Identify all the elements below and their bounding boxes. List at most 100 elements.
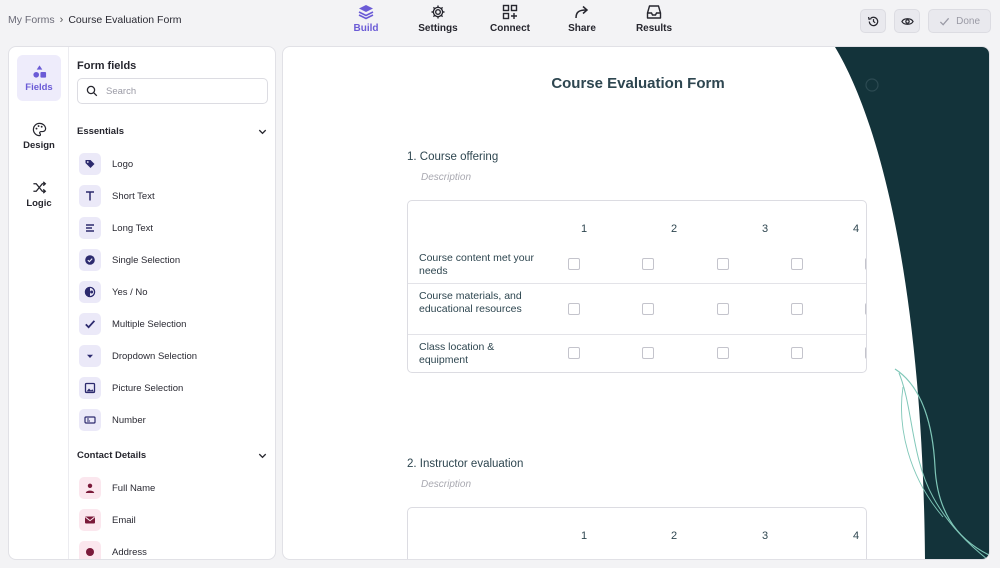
field-single-selection[interactable]: Single Selection	[79, 248, 269, 272]
share-arrow-icon	[575, 5, 589, 19]
column-header-4: 4	[852, 223, 860, 235]
question-2-number: 2.	[407, 458, 417, 470]
palette-icon	[32, 122, 46, 136]
tab-connect[interactable]: Connect	[474, 4, 546, 34]
section-contact-details-label: Contact Details	[77, 450, 147, 461]
gear-icon	[431, 5, 445, 19]
shuffle-icon	[32, 180, 46, 194]
field-icon-box	[79, 477, 101, 499]
field-short-text-label: Short Text	[112, 190, 155, 202]
field-icon-box	[79, 281, 101, 303]
field-yes-no[interactable]: Yes / No	[79, 280, 269, 304]
chevron-down-icon	[258, 453, 267, 459]
field-yes-no-label: Yes / No	[112, 286, 148, 298]
rating-checkbox[interactable]	[568, 303, 580, 315]
rating-checkbox[interactable]	[642, 347, 654, 359]
number-field-icon	[84, 416, 96, 424]
question-2-description[interactable]: Description	[421, 479, 471, 490]
field-address[interactable]: Address	[79, 540, 269, 559]
form-fields-title: Form fields	[77, 60, 137, 72]
form-fields-panel: Form fields Essentials Logo Short Text L…	[69, 47, 275, 559]
rating-checkbox[interactable]	[865, 303, 866, 315]
chevron-down-icon	[258, 129, 267, 135]
column-header-3: 3	[761, 223, 769, 235]
matrix-row-label: Course content met your needs	[419, 252, 534, 277]
field-icon-box	[79, 153, 101, 175]
field-number[interactable]: Number	[79, 408, 269, 432]
field-email[interactable]: Email	[79, 508, 269, 532]
field-full-name-label: Full Name	[112, 482, 156, 494]
question-2-title[interactable]: 2. Instructor evaluation	[407, 458, 523, 470]
search-box	[77, 78, 268, 104]
search-input[interactable]	[106, 85, 256, 97]
question-1-description[interactable]: Description	[421, 172, 471, 183]
form-title[interactable]: Course Evaluation Form	[483, 75, 793, 92]
rating-checkbox[interactable]	[717, 258, 729, 270]
section-contact-details[interactable]: Contact Details	[77, 450, 268, 461]
rail-logic[interactable]: Logic	[17, 171, 61, 217]
rating-checkbox[interactable]	[791, 258, 803, 270]
location-icon	[86, 548, 94, 556]
tab-settings[interactable]: Settings	[402, 4, 474, 34]
field-long-text-label: Long Text	[112, 222, 154, 234]
rating-checkbox[interactable]	[791, 303, 803, 315]
question-1-matrix: 1 2 3 4 Course content met your needs Co…	[407, 200, 867, 373]
question-1-number: 1.	[407, 151, 417, 163]
field-logo[interactable]: Logo	[79, 152, 269, 176]
inbox-icon	[646, 5, 662, 19]
field-multiple-selection-label: Multiple Selection	[112, 318, 187, 330]
rating-checkbox[interactable]	[642, 303, 654, 315]
rating-checkbox[interactable]	[568, 347, 580, 359]
section-essentials[interactable]: Essentials	[77, 126, 268, 137]
done-button[interactable]: Done	[928, 9, 991, 33]
field-icon-box	[79, 345, 101, 367]
rating-checkbox[interactable]	[642, 258, 654, 270]
field-short-text[interactable]: Short Text	[79, 184, 269, 208]
breadcrumb-my-forms[interactable]: My Forms	[8, 14, 55, 26]
image-icon	[84, 382, 96, 394]
column-header-2: 2	[670, 223, 678, 235]
column-header-4: 4	[852, 530, 860, 542]
field-picture-selection[interactable]: Picture Selection	[79, 376, 269, 400]
tab-share[interactable]: Share	[546, 4, 618, 34]
column-header-2: 2	[670, 530, 678, 542]
eye-icon	[900, 17, 914, 25]
preview-button[interactable]	[894, 9, 921, 33]
rail-design[interactable]: Design	[17, 113, 61, 159]
field-address-label: Address	[112, 546, 147, 558]
rating-checkbox[interactable]	[791, 347, 803, 359]
field-logo-label: Logo	[112, 158, 134, 170]
field-icon-box	[79, 217, 101, 239]
rail-design-label: Design	[23, 139, 55, 151]
field-dropdown-selection[interactable]: Dropdown Selection	[79, 344, 269, 368]
history-button[interactable]	[860, 9, 887, 33]
rail-fields[interactable]: Fields	[17, 55, 61, 101]
rail-logic-label: Logic	[26, 197, 52, 209]
form-canvas: Course Evaluation Form 1. Course offerin…	[282, 46, 990, 560]
field-multiple-selection[interactable]: Multiple Selection	[79, 312, 269, 336]
radio-check-icon	[85, 255, 95, 265]
rating-checkbox[interactable]	[865, 258, 866, 270]
matrix-row-label: Class location & equipment	[419, 341, 495, 366]
matrix-row-label: Course materials, and educational resour…	[419, 290, 522, 315]
half-circle-icon	[84, 286, 96, 298]
history-icon	[867, 16, 878, 26]
rating-checkbox[interactable]	[865, 347, 866, 359]
question-1-title[interactable]: 1. Course offering	[407, 151, 498, 163]
field-icon-box	[79, 541, 101, 559]
envelope-icon	[85, 516, 95, 524]
column-header-1: 1	[580, 223, 588, 235]
top-actions: Done	[860, 9, 991, 33]
field-long-text[interactable]: Long Text	[79, 216, 269, 240]
rating-checkbox[interactable]	[717, 303, 729, 315]
field-full-name[interactable]: Full Name	[79, 476, 269, 500]
tab-build[interactable]: Build	[330, 4, 402, 34]
rating-checkbox[interactable]	[717, 347, 729, 359]
breadcrumb-separator: ›	[59, 14, 64, 26]
done-label: Done	[956, 15, 980, 27]
breadcrumb-current: Course Evaluation Form	[68, 14, 182, 26]
rating-checkbox[interactable]	[568, 258, 580, 270]
field-icon-box	[79, 509, 101, 531]
tab-settings-label: Settings	[418, 23, 458, 34]
tab-results[interactable]: Results	[618, 4, 690, 34]
